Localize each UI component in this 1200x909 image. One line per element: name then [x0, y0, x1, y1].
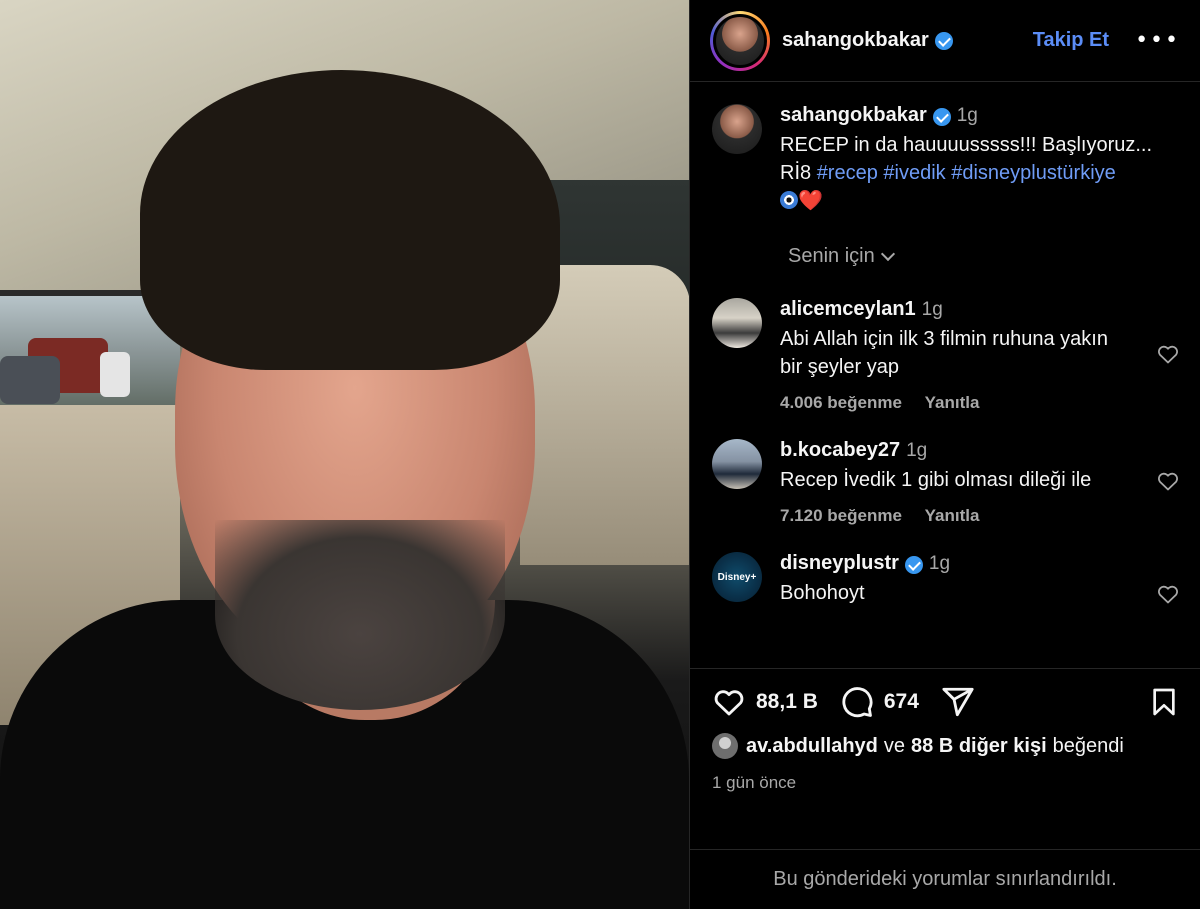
comment-reply-button[interactable]: Yanıtla [925, 506, 980, 525]
comments-count[interactable]: 674 [884, 690, 919, 714]
comment-text: Recep İvedik 1 gibi olması dileği ile [780, 469, 1092, 491]
comment-reply-button[interactable]: Yanıtla [925, 393, 980, 412]
comment-likes[interactable]: 7.120 beğenme [780, 506, 902, 525]
liked-by-suffix: beğendi [1052, 734, 1124, 757]
photo-white-car [100, 352, 130, 397]
verified-badge-icon [932, 107, 951, 126]
caption: sahangokbakar 1g RECEP in da hauuuusssss!… [712, 104, 1180, 215]
comment-author[interactable]: alicemceylan1 [780, 298, 916, 320]
comment-item: b.kocabey27 1g Recep İvedik 1 gibi olması… [712, 439, 1180, 526]
caption-text: RECEP in da hauuuusssss!!! Başlıyoruz...… [780, 131, 1180, 215]
author-avatar[interactable] [710, 10, 770, 71]
hashtag-link[interactable]: #ivedik [883, 162, 945, 184]
caption-time: 1g [956, 105, 978, 126]
comment-item: alicemceylan1 1g Abi Allah için ilk 3 fil… [712, 298, 1180, 413]
photo-beard [215, 520, 505, 710]
comment-heart-icon[interactable] [1156, 582, 1180, 606]
commenter-avatar[interactable]: Disney+ [712, 552, 762, 602]
liked-by-others[interactable]: 88 B diğer kişi [911, 735, 1047, 758]
comment-text: Bohohoyt [780, 582, 865, 604]
liker-avatar[interactable] [712, 733, 738, 759]
post-side-panel: sahangokbakar Takip Et ••• sahangokbakar… [689, 0, 1200, 909]
comment-text: Abi Allah için ilk 3 filmin ruhuna yakın… [780, 328, 1108, 378]
comment-item: Disney+ disneyplustr 1g Bohohoyt [712, 552, 1180, 607]
like-heart-icon[interactable] [712, 685, 746, 719]
liked-by-connector: ve [883, 734, 906, 757]
comment-author[interactable]: disneyplustr [780, 552, 899, 574]
share-send-icon[interactable] [941, 685, 975, 719]
comment-heart-icon[interactable] [1156, 469, 1180, 493]
more-options-icon[interactable]: ••• [1135, 28, 1180, 53]
liked-by-line: av.abdullahyd ve 88 B diğer kişi beğendi [712, 733, 1180, 759]
save-bookmark-icon[interactable] [1148, 686, 1180, 718]
hashtag-link[interactable]: #disneyplustürkiye [951, 162, 1116, 184]
caption-line2-prefix: Rİ8 [780, 162, 812, 184]
caption-author[interactable]: sahangokbakar [780, 104, 927, 126]
post-viewer: sahangokbakar Takip Et ••• sahangokbakar… [0, 0, 1200, 909]
post-timestamp[interactable]: 1 gün önce [712, 773, 1180, 793]
comment-bubble-icon[interactable] [840, 685, 874, 719]
commenter-avatar[interactable] [712, 298, 762, 348]
photo-grey-car [0, 356, 60, 404]
chevron-down-icon [880, 246, 895, 261]
red-heart-emoji: ❤️ [798, 190, 823, 212]
caption-author-avatar[interactable] [712, 104, 762, 154]
hashtag-link[interactable]: #recep [817, 162, 878, 184]
comment-sort-label: Senin için [788, 245, 875, 267]
follow-button[interactable]: Takip Et [1033, 29, 1109, 52]
verified-badge-icon [934, 31, 953, 50]
caption-line1: RECEP in da hauuuusssss!!! Başlıyoruz... [780, 134, 1153, 156]
comments-restricted-notice: Bu gönderideki yorumlar sınırlandırıldı. [690, 849, 1200, 909]
liker-username[interactable]: av.abdullahyd [746, 735, 878, 758]
comment-author[interactable]: b.kocabey27 [780, 439, 900, 461]
comment-time: 1g [906, 440, 928, 461]
commenter-avatar[interactable] [712, 439, 762, 489]
verified-badge-icon [904, 555, 923, 574]
post-header: sahangokbakar Takip Et ••• [690, 0, 1200, 82]
comment-time: 1g [928, 553, 951, 574]
comment-heart-icon[interactable] [1156, 342, 1180, 366]
author-username[interactable]: sahangokbakar [782, 29, 929, 52]
comment-sort-dropdown[interactable]: Senin için [788, 245, 1180, 268]
likes-count[interactable]: 88,1 B [756, 690, 818, 714]
post-photo[interactable] [0, 0, 689, 909]
nazar-eye-icon [780, 191, 798, 209]
comments-scroll-area[interactable]: sahangokbakar 1g RECEP in da hauuuusssss!… [690, 82, 1200, 668]
comment-time: 1g [921, 299, 943, 320]
comment-likes[interactable]: 4.006 beğenme [780, 393, 902, 412]
